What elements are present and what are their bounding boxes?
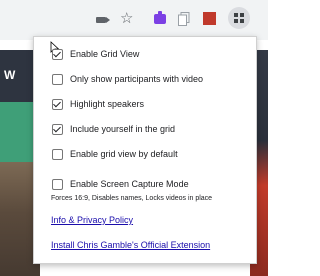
option-label: Highlight speakers [70, 99, 145, 109]
extension-purple-icon[interactable] [153, 11, 167, 25]
option-label: Enable Grid View [70, 49, 140, 59]
page-partial-letter: W [4, 68, 16, 82]
option-screen-capture-mode[interactable]: Enable Screen Capture Mode [52, 177, 189, 191]
option-include-yourself[interactable]: Include yourself in the grid [52, 122, 175, 136]
grid-view-popup: Enable Grid View Only show participants … [33, 36, 257, 264]
browser-toolbar: ☆ [0, 0, 268, 40]
option-label: Enable Screen Capture Mode [70, 179, 189, 189]
privacy-policy-link[interactable]: Info & Privacy Policy [51, 215, 133, 225]
star-icon[interactable]: ☆ [120, 10, 133, 28]
grid-view-extension-button[interactable] [228, 7, 250, 29]
extension-copy-icon[interactable] [178, 12, 190, 26]
grid-view-extension-icon [234, 13, 244, 23]
option-enable-grid-view[interactable]: Enable Grid View [52, 47, 139, 61]
option-only-video[interactable]: Only show participants with video [52, 72, 203, 86]
checkbox-highlight-speakers[interactable] [52, 98, 63, 110]
checkbox-only-video[interactable] [52, 73, 63, 85]
screen-capture-note: Forces 16:9, Disables names, Locks video… [51, 195, 213, 202]
extension-red-icon[interactable] [203, 12, 216, 25]
checkbox-grid-by-default[interactable] [52, 148, 63, 160]
official-extension-link[interactable]: Install Chris Gamble's Official Extensio… [51, 240, 210, 250]
option-label: Only show participants with video [70, 74, 204, 84]
video-camera-icon[interactable] [96, 17, 110, 23]
checkbox-include-yourself[interactable] [52, 123, 63, 135]
checkbox-screen-capture-mode[interactable] [52, 178, 63, 190]
checkbox-enable-grid-view[interactable] [52, 48, 63, 60]
option-highlight-speakers[interactable]: Highlight speakers [52, 97, 144, 111]
option-label: Enable grid view by default [70, 149, 178, 159]
option-grid-by-default[interactable]: Enable grid view by default [52, 147, 178, 161]
option-label: Include yourself in the grid [70, 124, 176, 134]
